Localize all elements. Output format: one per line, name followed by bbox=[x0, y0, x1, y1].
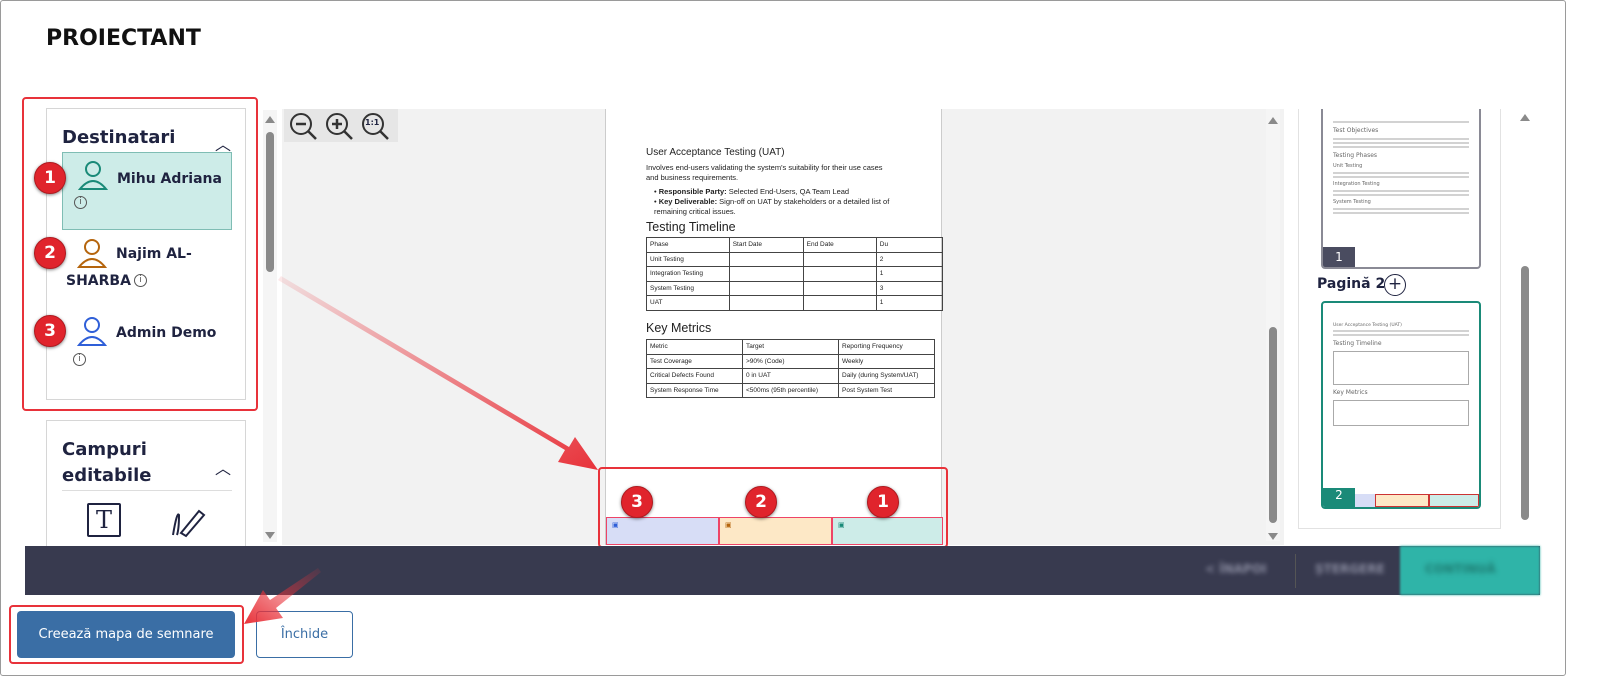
table-row: UAT 1 bbox=[646, 295, 943, 311]
table-cell: Daily (during System/UAT) bbox=[838, 368, 935, 384]
timeline-heading: Testing Timeline bbox=[646, 220, 736, 234]
step-badge-2: 2 bbox=[745, 486, 777, 518]
table-cell: Phase bbox=[646, 237, 730, 253]
metrics-table: Metric Target Reporting Frequency Test Cove… bbox=[646, 339, 935, 398]
uat-heading: User Acceptance Testing (UAT) bbox=[646, 147, 785, 158]
thumbnail-page-2[interactable]: User Acceptance Testing (UAT) Testing Ti… bbox=[1321, 301, 1481, 509]
table-cell bbox=[728, 295, 804, 311]
table-row: System Testing 3 bbox=[646, 280, 943, 296]
step-badge-1: 1 bbox=[867, 486, 899, 518]
editable-fields-panel: Campuri editabile ︿ T bbox=[46, 420, 246, 546]
metrics-heading: Key Metrics bbox=[646, 321, 712, 335]
table-cell bbox=[802, 295, 877, 311]
dialog-title: PROIECTANT bbox=[46, 26, 201, 51]
table-cell: Post System Test bbox=[838, 382, 935, 398]
table-cell bbox=[802, 251, 877, 267]
user-icon bbox=[76, 239, 108, 268]
info-icon[interactable]: i bbox=[74, 196, 87, 209]
table-cell: 1 bbox=[875, 295, 943, 311]
back-button[interactable]: < ÎNAPOI bbox=[1205, 562, 1267, 576]
next-button[interactable]: CONTINUĂ bbox=[1400, 546, 1540, 595]
table-cell: >90% (Code) bbox=[742, 353, 839, 369]
recipients-title: Destinatari bbox=[62, 127, 176, 148]
left-scrollbar[interactable] bbox=[263, 110, 277, 542]
recipient-item-1[interactable]: Mihu Adriana i bbox=[62, 152, 232, 230]
table-cell: Integration Testing bbox=[646, 266, 730, 282]
table-row: Phase Start Date End Date Du bbox=[646, 237, 943, 253]
delete-button[interactable]: ȘTERGERE bbox=[1315, 562, 1385, 576]
table-cell bbox=[728, 266, 804, 282]
table-row: Test Coverage >90% (Code) Weekly bbox=[646, 353, 935, 369]
recipients-panel: Destinatari ︿ Mihu Adriana i Najim AL- S… bbox=[46, 108, 246, 400]
page-number: 2 bbox=[1323, 488, 1355, 507]
step-badge-3: 3 bbox=[34, 315, 66, 347]
table-cell: 1 bbox=[875, 266, 943, 282]
table-cell: Weekly bbox=[838, 353, 935, 369]
close-button[interactable]: Închide bbox=[256, 611, 353, 658]
zoom-in-icon[interactable] bbox=[324, 111, 354, 141]
signature-field-icon[interactable] bbox=[169, 505, 209, 539]
step-badge-2: 2 bbox=[34, 237, 66, 269]
table-cell: Unit Testing bbox=[646, 251, 730, 267]
user-icon bbox=[77, 161, 109, 190]
table-row: Unit Testing 2 bbox=[646, 251, 943, 267]
table-cell bbox=[802, 266, 877, 282]
table-cell: Reporting Frequency bbox=[838, 339, 935, 355]
table-cell: Test Coverage bbox=[646, 353, 743, 369]
table-cell: UAT bbox=[646, 295, 730, 311]
recipient-name: Najim AL- bbox=[116, 246, 192, 262]
table-cell bbox=[728, 280, 804, 296]
table-cell: Start Date bbox=[728, 237, 804, 253]
collapse-chevron-icon[interactable]: ︿ bbox=[215, 455, 231, 479]
table-row: System Response Time <500ms (95th percent… bbox=[646, 382, 935, 398]
bullet-responsible: • Responsible Party: Selected End-Users,… bbox=[654, 187, 850, 196]
create-signing-folder-button[interactable]: Creează mapa de semnare bbox=[17, 611, 235, 658]
table-cell: 2 bbox=[875, 251, 943, 267]
table-cell: Du bbox=[875, 237, 943, 253]
step-badge-1: 1 bbox=[34, 162, 66, 194]
table-cell: End Date bbox=[802, 237, 877, 253]
table-row: Critical Defects Found 0 in UAT Daily (dur… bbox=[646, 368, 935, 384]
thumbnails-scrollbar[interactable] bbox=[1518, 110, 1532, 525]
recipient-item-2[interactable]: Najim AL- SHARBA i bbox=[62, 237, 232, 297]
table-cell: <500ms (95th percentile) bbox=[742, 382, 839, 398]
bullet-deliverable: • Key Deliverable: Sign-off on UAT by st… bbox=[654, 197, 890, 216]
timeline-table: Phase Start Date End Date Du Unit Testing 2 In… bbox=[646, 237, 943, 311]
table-row: Integration Testing 1 bbox=[646, 266, 943, 282]
table-row: Metric Target Reporting Frequency bbox=[646, 339, 935, 355]
table-cell: Critical Defects Found bbox=[646, 368, 743, 384]
recipient-item-3[interactable]: Admin Demo i bbox=[62, 315, 232, 375]
action-toolbar: < ÎNAPOI ȘTERGERE CONTINUĂ bbox=[25, 546, 1540, 595]
table-cell: Metric bbox=[646, 339, 743, 355]
page-thumbnails: Test Objectives Testing Phases Unit Test… bbox=[1298, 109, 1501, 529]
recipient-name: Mihu Adriana bbox=[117, 171, 222, 187]
table-cell: 3 bbox=[875, 280, 943, 296]
page-label: Pagină 2 bbox=[1317, 276, 1386, 292]
step-badge-3: 3 bbox=[621, 486, 653, 518]
info-icon[interactable]: i bbox=[73, 353, 86, 366]
recipient-name-cont: SHARBA bbox=[66, 273, 131, 289]
user-icon bbox=[76, 317, 108, 346]
text-field-icon[interactable]: T bbox=[87, 503, 121, 537]
table-cell: Target bbox=[742, 339, 839, 355]
table-cell: 0 in UAT bbox=[742, 368, 839, 384]
editable-fields-title: Campuri bbox=[62, 439, 147, 460]
zoom-out-icon[interactable] bbox=[288, 111, 318, 141]
table-cell: System Testing bbox=[646, 280, 730, 296]
thumbnail-page-1[interactable]: Test Objectives Testing Phases Unit Test… bbox=[1321, 109, 1481, 269]
table-cell bbox=[728, 251, 804, 267]
editable-fields-title-cont: editabile bbox=[62, 465, 152, 486]
recipient-name: Admin Demo bbox=[116, 325, 217, 341]
add-page-icon[interactable]: + bbox=[1384, 274, 1406, 296]
zoom-toolbar: 1:1 bbox=[284, 109, 398, 142]
viewer-scrollbar[interactable] bbox=[1266, 109, 1280, 541]
table-cell bbox=[802, 280, 877, 296]
actual-size-icon[interactable]: 1:1 bbox=[360, 111, 390, 141]
table-cell: System Response Time bbox=[646, 382, 743, 398]
uat-description: Involves end-users validating the system… bbox=[646, 163, 883, 182]
page-number: 1 bbox=[1323, 247, 1355, 267]
info-icon[interactable]: i bbox=[134, 274, 147, 287]
